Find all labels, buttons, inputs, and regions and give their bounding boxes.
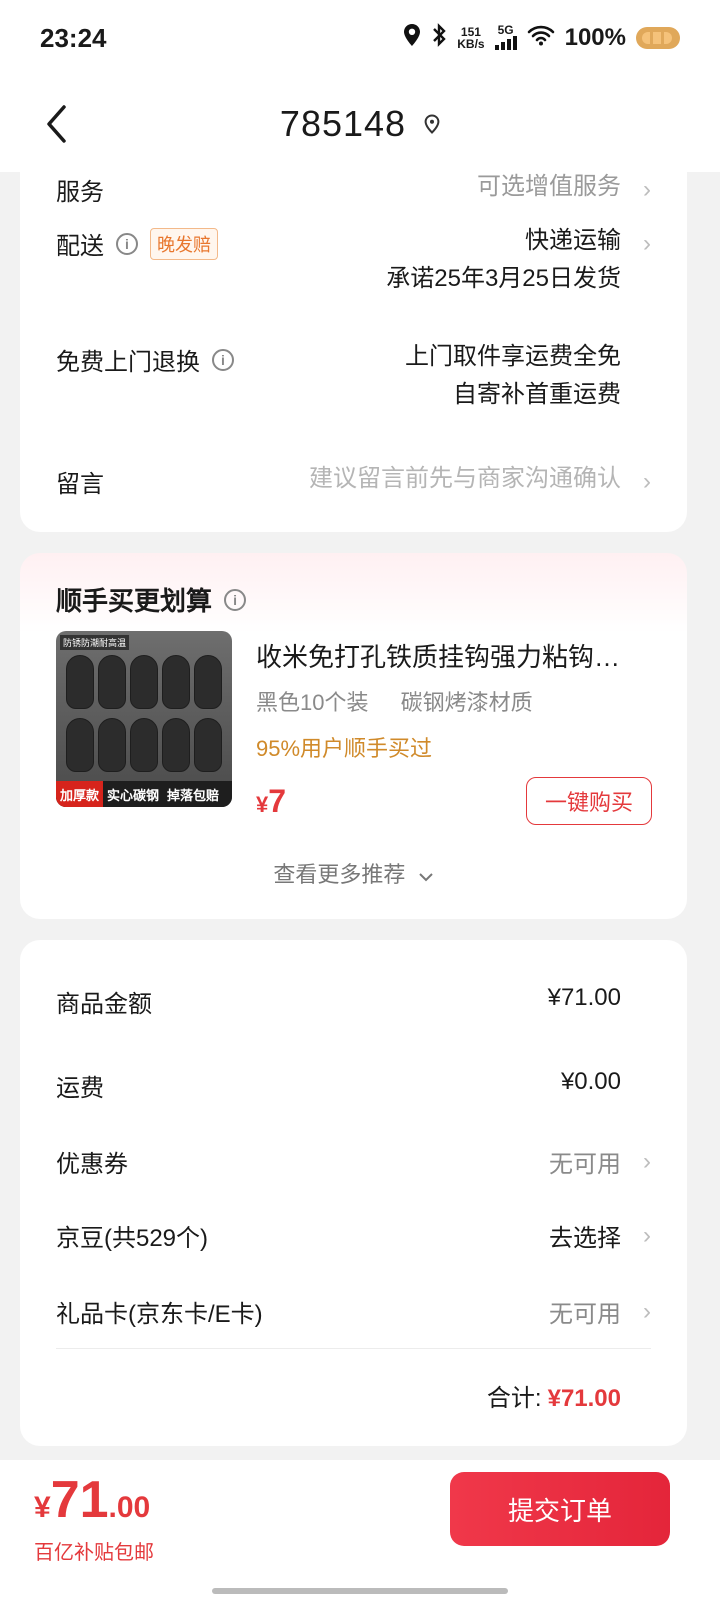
product-image-hooks: [66, 655, 222, 775]
product-price-symbol: ¥: [256, 792, 269, 817]
jd-beans-row[interactable]: 京豆(共529个) 去选择 ›: [56, 1218, 651, 1258]
delivery-method: 快递运输: [525, 227, 621, 254]
late-compensation-tag: 晚发赔: [150, 227, 218, 260]
coupon-value: 无可用: [549, 1151, 621, 1178]
chevron-left-icon: [47, 105, 66, 143]
recommend-title-group: 顺手买更划算 i: [56, 581, 247, 618]
more-recommend-label: 查看更多推荐: [273, 862, 406, 887]
delivery-label: 配送: [56, 233, 104, 260]
more-recommend-link[interactable]: 查看更多推荐: [20, 857, 687, 889]
free-return-label-group: 免费上门退换 i: [56, 342, 234, 377]
wifi-icon: [527, 24, 555, 53]
social-proof: 95%用户顺手买过: [256, 736, 433, 761]
message-placeholder[interactable]: 建议留言前先与商家沟通确认: [309, 460, 621, 498]
strip-solid-steel: 实心碳钢: [107, 787, 160, 803]
strip-guarantee: 掉落包赔: [167, 787, 220, 803]
total-value: ¥71.00: [547, 1385, 621, 1412]
goods-amount-row: 商品金额 ¥71.00: [56, 984, 621, 1024]
strip-thick: 加厚款: [56, 781, 104, 807]
goods-amount-label: 商品金额: [56, 991, 152, 1018]
chevron-right-icon: ›: [643, 468, 651, 495]
status-time: 23:24: [40, 22, 107, 53]
jd-beans-value: 去选择: [549, 1225, 621, 1252]
delivery-row[interactable]: 配送 i 晚发赔 快递运输 承诺25年3月25日发货 ›: [56, 226, 651, 306]
network-label: 5G: [497, 23, 514, 37]
pay-price-symbol: ¥: [34, 1491, 51, 1524]
product-spec-color: 黑色10个装: [256, 690, 369, 715]
free-return-label: 免费上门退换: [56, 349, 200, 376]
free-return-value-group: 上门取件享运费全免 自寄补首重运费: [405, 338, 621, 414]
free-return-line1: 上门取件享运费全免: [405, 343, 621, 370]
chevron-right-icon: ›: [643, 230, 651, 257]
shipping-label: 运费: [56, 1075, 104, 1102]
chevron-right-icon: ›: [643, 1148, 651, 1175]
delivery-value-group: 快递运输 承诺25年3月25日发货: [386, 222, 621, 298]
coupon-row[interactable]: 优惠券 无可用 ›: [56, 1144, 651, 1184]
gift-card-row[interactable]: 礼品卡(京东卡/E卡) 无可用 ›: [56, 1294, 651, 1334]
product-spec-material: 碳钢烤漆材质: [400, 690, 533, 715]
recommend-card: 顺手买更划算 i 防锈防潮耐高温 加厚款 实心碳钢 掉落包赔 收米免打孔铁质挂钩…: [20, 553, 687, 919]
gift-card-label: 礼品卡(京东卡/E卡): [56, 1301, 263, 1328]
message-label: 留言: [56, 471, 104, 498]
product-price: ¥7: [256, 783, 286, 820]
product-spec: 黑色10个装 碳钢烤漆材质: [256, 685, 559, 717]
info-icon[interactable]: i: [116, 232, 138, 255]
pay-price-int: 71: [50, 1471, 109, 1529]
recommend-title: 顺手买更划算: [56, 586, 213, 616]
gift-card-value: 无可用: [549, 1301, 621, 1328]
pay-price-dec: .00: [108, 1491, 151, 1524]
submit-order-button[interactable]: 提交订单: [450, 1472, 670, 1546]
subsidy-label: 百亿补贴包邮: [34, 1542, 154, 1564]
service-value: 可选增值服务: [477, 173, 621, 200]
signal-icon: [494, 36, 517, 50]
total-label: 合计:: [486, 1385, 542, 1412]
service-label: 服务: [56, 179, 104, 206]
delivery-label-group: 配送 i 晚发赔: [56, 226, 218, 261]
pay-price: ¥71.00: [34, 1470, 150, 1530]
back-button[interactable]: [36, 100, 76, 148]
product-price-value: 7: [268, 783, 287, 819]
net-speed: 151 KB/s: [457, 26, 484, 50]
info-icon[interactable]: i: [212, 348, 234, 371]
free-return-line2: 自寄补首重运费: [453, 381, 621, 408]
status-icons: 151 KB/s 5G 100%: [403, 22, 680, 54]
network-type: 5G: [494, 23, 517, 52]
shipping-row: 运费 ¥0.00: [56, 1068, 621, 1108]
bluetooth-icon: [431, 22, 447, 54]
product-image-strip: 加厚款 实心碳钢 掉落包赔: [56, 781, 232, 807]
chevron-down-icon: [418, 873, 433, 882]
delivery-promise: 承诺25年3月25日发货: [386, 265, 621, 292]
product-name[interactable]: 收米免打孔铁质挂钩强力粘钩…: [256, 637, 652, 674]
status-bar: 23:24 151 KB/s 5G 100%: [0, 0, 720, 76]
net-speed-unit: KB/s: [457, 37, 485, 51]
location-pin-icon[interactable]: [424, 114, 440, 134]
product-image-badge: 防锈防潮耐高温: [60, 635, 130, 650]
home-indicator[interactable]: [212, 1588, 508, 1594]
location-icon: [403, 23, 421, 54]
info-icon[interactable]: i: [224, 588, 247, 611]
nav-bar: 785148: [0, 76, 720, 172]
battery-percent: 100%: [564, 24, 626, 51]
one-click-buy-button[interactable]: 一键购买: [526, 777, 652, 825]
battery-icon: [636, 27, 680, 49]
chevron-right-icon: ›: [643, 1222, 651, 1249]
service-row[interactable]: 服务 可选增值服务 ›: [56, 172, 651, 212]
price-summary-card: 商品金额 ¥71.00 运费 ¥0.00 优惠券 无可用 › 京豆(共529个)…: [20, 940, 687, 1446]
product-image[interactable]: 防锈防潮耐高温 加厚款 实心碳钢 掉落包赔: [56, 631, 232, 807]
goods-amount-value: ¥71.00: [547, 984, 621, 1011]
shipping-value: ¥0.00: [560, 1068, 621, 1095]
free-return-row: 免费上门退换 i 上门取件享运费全免 自寄补首重运费: [56, 342, 621, 422]
chevron-right-icon: ›: [643, 1298, 651, 1325]
bottom-checkout-bar: ¥71.00 百亿补贴包邮 提交订单: [0, 1460, 720, 1600]
jd-beans-label: 京豆(共529个): [56, 1225, 209, 1252]
order-info-card: 服务 可选增值服务 › 配送 i 晚发赔 快递运输 承诺25年3月25日发货 ›…: [20, 172, 687, 532]
page-title: 785148: [279, 103, 407, 144]
summary-divider: [56, 1348, 651, 1349]
message-row[interactable]: 留言 建议留言前先与商家沟通确认 ›: [56, 464, 651, 504]
chevron-right-icon: ›: [643, 176, 651, 203]
total-line: 合计: ¥71.00: [487, 1378, 621, 1413]
coupon-label: 优惠券: [56, 1151, 128, 1178]
